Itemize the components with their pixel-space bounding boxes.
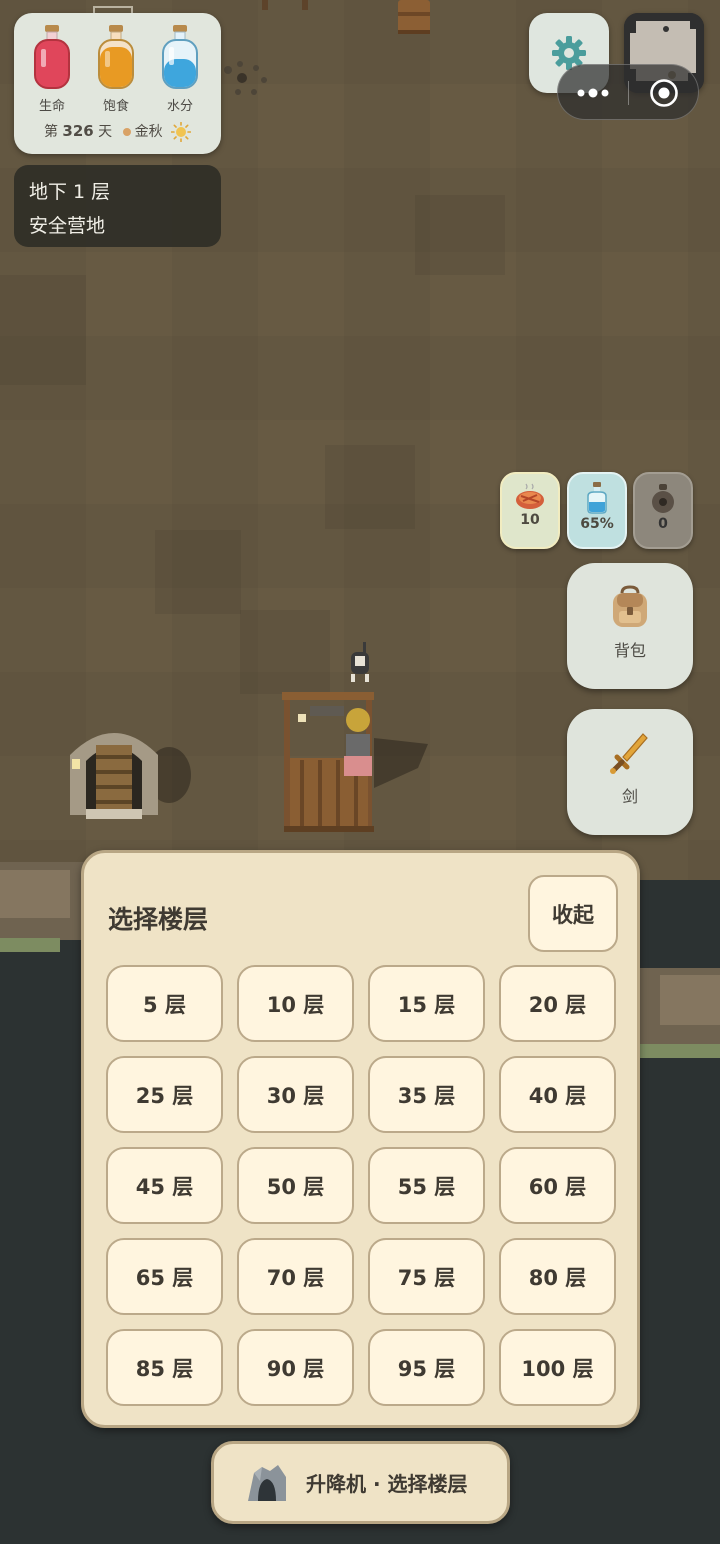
hunger-label: 饱食 [102,99,129,114]
campfire-stones [224,61,267,95]
health-label: 生命 [38,99,65,114]
elevator-action-button[interactable]: 升降机 · 选择楼层 [211,1441,510,1524]
season-dot-icon [122,127,131,136]
water-percent: 65% [580,516,614,532]
location-floor: 地下 1 层 [29,181,111,203]
floor-button-80[interactable]: 80 层 [499,1238,616,1315]
floor-button-45[interactable]: 45 层 [106,1147,223,1224]
backpack-icon [613,585,647,627]
backpack-button[interactable]: 背包 [567,563,693,689]
water-flask-icon [587,482,607,514]
floor-button-90[interactable]: 90 层 [237,1329,354,1406]
day-suffix: 天 [98,124,113,140]
status-panel: 生命 饱食 水分 第 326 天 金秋 [14,13,221,154]
sun-icon [171,122,192,142]
mini-program-capsule [557,64,699,120]
floor-button-95[interactable]: 95 层 [368,1329,485,1406]
floor-button-100[interactable]: 100 层 [499,1329,616,1406]
floor-button-35[interactable]: 35 层 [368,1056,485,1133]
grass-left [0,938,60,952]
cliff-rock-left [0,870,70,918]
wooden-stool [262,0,308,10]
floor-panel-title: 选择楼层 [108,905,209,934]
floor-button-65[interactable]: 65 层 [106,1238,223,1315]
target-close-icon [650,79,678,107]
day-season-row: 第 326 天 金秋 [14,121,221,142]
health-meter: 生命 [32,25,72,114]
floor-button-40[interactable]: 40 层 [499,1056,616,1133]
cave-icon [248,1464,286,1501]
more-button[interactable] [558,65,628,121]
water-meter: 水分 [160,25,200,114]
floor-button-75[interactable]: 75 层 [368,1238,485,1315]
elevator-label-text: 升降机 · 选择楼层 [306,1472,468,1496]
water-label: 水分 [166,99,193,114]
collapse-button[interactable]: 收起 [528,875,618,952]
cliff-rock-right [660,975,720,1025]
season-label: 金秋 [134,124,163,140]
sword-icon [610,733,648,774]
quick-item-food[interactable]: 10 [500,472,560,549]
pouch-count: 0 [658,516,668,532]
floor-button-85[interactable]: 85 层 [106,1329,223,1406]
pouch-icon [652,484,674,513]
floor-button-20[interactable]: 20 层 [499,965,616,1042]
location-area: 安全营地 [29,215,106,237]
treasure-chest[interactable] [395,0,433,36]
health-bottle-icon [34,25,70,89]
floor-button-70[interactable]: 70 层 [237,1238,354,1315]
floor-button-5[interactable]: 5 层 [106,965,223,1042]
floor-selection-panel: 选择楼层 收起 5 层 10 层 15 层 20 层 25 层 30 层 35 … [81,850,640,1428]
backpack-label: 背包 [613,641,646,660]
quick-item-pouch[interactable]: 0 [633,472,693,549]
hunger-bottle-icon [98,25,134,89]
floor-button-60[interactable]: 60 层 [499,1147,616,1224]
day-prefix: 第 [43,124,58,140]
weapon-label: 剑 [621,787,638,806]
close-miniprogram-button[interactable] [629,65,699,121]
roasted-meat-icon [516,483,544,509]
floor-button-15[interactable]: 15 层 [368,965,485,1042]
grass-right [638,1044,720,1058]
food-count: 10 [520,512,540,528]
floor-button-55[interactable]: 55 层 [368,1147,485,1224]
floor-button-50[interactable]: 50 层 [237,1147,354,1224]
floor-grid: 5 层 10 层 15 层 20 层 25 层 30 层 35 层 40 层 4… [106,965,618,1406]
elevator-structure[interactable] [278,688,438,838]
floor-button-25[interactable]: 25 层 [106,1056,223,1133]
more-dots-icon [577,88,609,98]
floor-button-30[interactable]: 30 层 [237,1056,354,1133]
day-number: 326 [62,122,94,140]
floor-button-10[interactable]: 10 层 [237,965,354,1042]
stone-stairway[interactable] [64,715,194,825]
quick-item-water[interactable]: 65% [567,472,627,549]
hunger-meter: 饱食 [96,25,136,114]
location-panel: 地下 1 层 安全营地 [14,165,221,247]
weapon-button[interactable]: 剑 [567,709,693,835]
cat-companion[interactable] [345,642,375,684]
water-bottle-icon [162,25,198,89]
